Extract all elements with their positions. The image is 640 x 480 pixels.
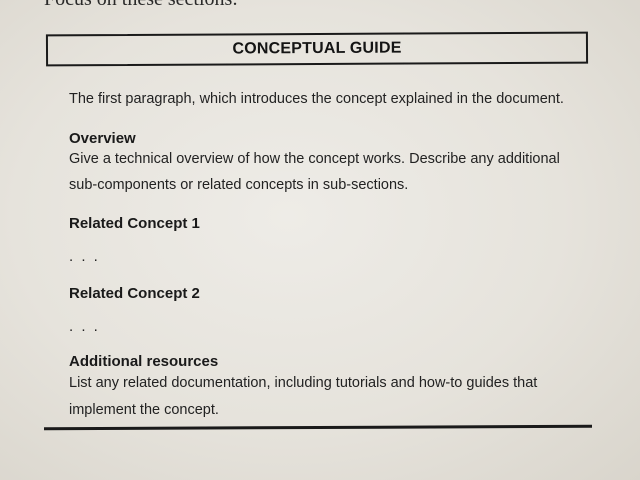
overview-line-2: sub-components or related concepts in su… bbox=[69, 177, 409, 193]
resources-line-1: List any related documentation, includin… bbox=[69, 375, 538, 391]
conceptual-guide-box: CONCEPTUAL GUIDE bbox=[45, 31, 589, 67]
cropped-top-line: Focus on these sections: bbox=[44, 0, 238, 11]
overview-line-1: Give a technical overview of how the con… bbox=[69, 151, 560, 167]
bottom-divider bbox=[43, 424, 593, 431]
intro-paragraph: The first paragraph, which introduces th… bbox=[69, 91, 564, 107]
related-concept-2-heading: Related Concept 2 bbox=[69, 285, 200, 302]
additional-resources-heading: Additional resources bbox=[69, 353, 219, 370]
related-concept-1-heading: Related Concept 1 bbox=[69, 215, 200, 232]
related-concept-1-ellipsis: . . . bbox=[69, 248, 100, 265]
box-title: CONCEPTUAL GUIDE bbox=[232, 39, 402, 58]
related-concept-2-ellipsis: . . . bbox=[69, 318, 100, 335]
overview-heading: Overview bbox=[69, 130, 136, 147]
book-page: Focus on these sections: CONCEPTUAL GUID… bbox=[0, 0, 640, 480]
resources-line-2: implement the concept. bbox=[69, 402, 219, 418]
